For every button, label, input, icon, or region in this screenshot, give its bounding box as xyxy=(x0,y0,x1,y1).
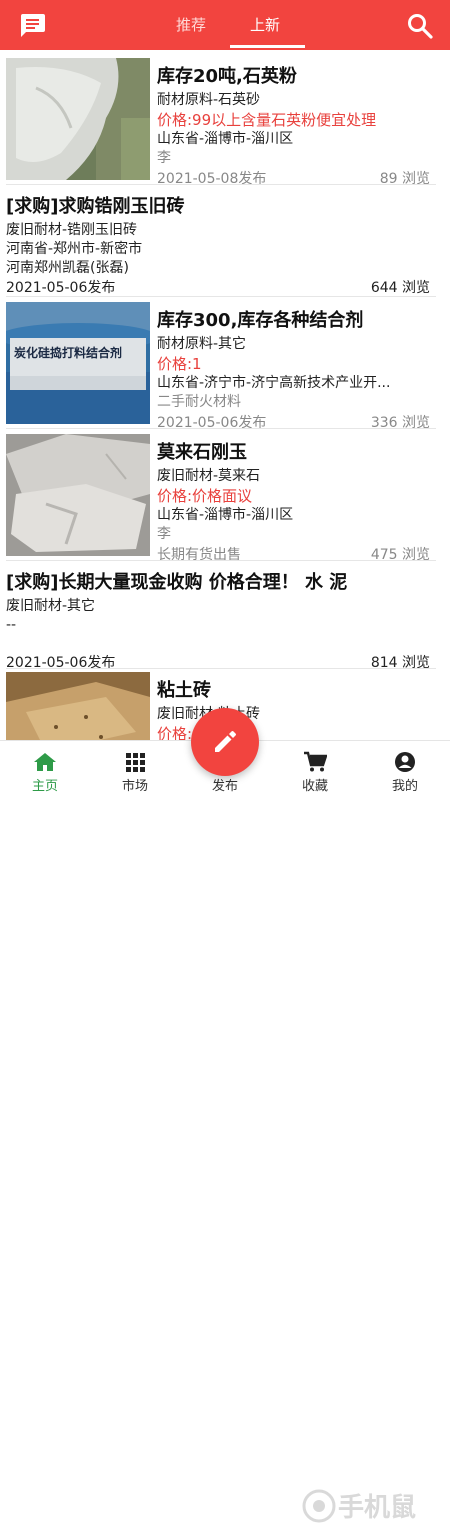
item-date: 长期有货出售 xyxy=(157,547,241,563)
item-title: 库存20吨,石英粉 xyxy=(157,66,297,87)
item-seller: 李 xyxy=(157,526,171,542)
item-category: 耐材原料-石英砂 xyxy=(157,92,261,108)
item-thumbnail: 炭化硅捣打料结合剂 xyxy=(6,302,150,424)
item-views: 644 浏览 xyxy=(370,280,430,296)
item-date: 2021-05-06发布 xyxy=(6,655,116,671)
item-location: 山东省-济宁市-济宁高新技术产业开... xyxy=(157,375,391,391)
item-price: 价格:1 xyxy=(157,355,202,373)
message-icon[interactable] xyxy=(18,12,46,38)
person-icon xyxy=(395,752,415,772)
item-title: 莫来石刚玉 xyxy=(157,442,247,463)
divider xyxy=(6,668,436,669)
search-icon[interactable] xyxy=(406,12,434,40)
item-thumbnail xyxy=(6,434,150,556)
header-tabs: 推荐 上新 xyxy=(160,0,310,50)
list-item[interactable]: 库存20吨,石英粉 耐材原料-石英砂 价格:99以上含量石英粉便宜处理 山东省-… xyxy=(0,58,450,187)
item-thumbnail xyxy=(6,58,150,180)
item-price: 价格:价格面议 xyxy=(157,487,253,505)
item-seller: 李 xyxy=(157,150,171,166)
item-date: 2021-05-06发布 xyxy=(6,280,116,296)
item-category: 废旧耐材-锆刚玉旧砖 xyxy=(6,222,138,238)
item-seller: 二手耐火材料 xyxy=(157,394,241,410)
item-price: 价格:99以上含量石英粉便宜处理 xyxy=(157,111,377,129)
list-item[interactable]: [求购]长期大量现金收购 价格合理！ 水 泥 废旧耐材-其它 -- 2021-0… xyxy=(0,566,450,671)
grid-icon xyxy=(126,753,145,772)
item-location: 河南省-郑州市-新密市 xyxy=(6,241,143,257)
list-item[interactable]: 莫来石刚玉 废旧耐材-莫来石 价格:价格面议 山东省-淄博市-淄川区 李 长期有… xyxy=(0,434,450,563)
item-title: 库存300,库存各种结合剂 xyxy=(157,310,364,331)
item-category: 废旧耐材-莫来石 xyxy=(157,468,261,484)
item-date: 2021-05-08发布 xyxy=(157,171,267,187)
cart-icon xyxy=(304,751,327,772)
item-title: [求购]求购锆刚玉旧砖 xyxy=(6,196,185,217)
list-item[interactable]: [求购]求购锆刚玉旧砖 废旧耐材-锆刚玉旧砖 河南省-郑州市-新密市 河南郑州凯… xyxy=(0,190,450,296)
item-views: 814 浏览 xyxy=(370,655,430,671)
item-views: 475 浏览 xyxy=(370,547,430,563)
item-title: 粘土砖 xyxy=(157,680,211,701)
listing-feed[interactable]: 库存20吨,石英粉 耐材原料-石英砂 价格:99以上含量石英粉便宜处理 山东省-… xyxy=(0,50,450,740)
item-seller: -- xyxy=(6,617,17,633)
divider xyxy=(6,560,436,561)
item-location: 山东省-淄博市-淄川区 xyxy=(157,507,294,523)
item-thumbnail xyxy=(6,672,150,740)
item-category: 耐材原料-其它 xyxy=(157,336,247,352)
item-seller: 河南郑州凯磊(张磊) xyxy=(6,260,129,276)
thumbnail-label: 炭化硅捣打料结合剂 xyxy=(14,346,123,360)
list-item[interactable]: 炭化硅捣打料结合剂 库存300,库存各种结合剂 耐材原料-其它 价格:1 山东省… xyxy=(0,302,450,431)
item-location: 山东省-淄博市-淄川区 xyxy=(157,131,294,147)
nav-market[interactable]: 市场 xyxy=(90,741,180,801)
divider xyxy=(6,296,436,297)
active-tab-indicator xyxy=(230,45,305,48)
item-views: 336 浏览 xyxy=(370,415,430,431)
divider xyxy=(6,184,436,185)
item-date: 2021-05-06发布 xyxy=(157,415,267,431)
publish-fab-button[interactable] xyxy=(191,708,259,776)
top-app-bar: 推荐 上新 xyxy=(0,0,450,50)
item-category: 废旧耐材-其它 xyxy=(6,598,96,614)
item-title: [求购]长期大量现金收购 价格合理！ 水 泥 xyxy=(6,572,348,593)
home-icon xyxy=(34,753,56,771)
watermark-logo: 手机鼠 xyxy=(300,1485,450,1533)
divider xyxy=(6,428,436,429)
nav-favorites[interactable]: 收藏 xyxy=(270,741,360,801)
tab-new[interactable]: 上新 xyxy=(250,14,280,35)
pencil-icon xyxy=(215,731,236,752)
tab-recommend[interactable]: 推荐 xyxy=(176,14,206,35)
item-views: 89 浏览 xyxy=(379,171,430,187)
nav-profile[interactable]: 我的 xyxy=(360,741,450,801)
nav-home[interactable]: 主页 xyxy=(0,741,90,801)
